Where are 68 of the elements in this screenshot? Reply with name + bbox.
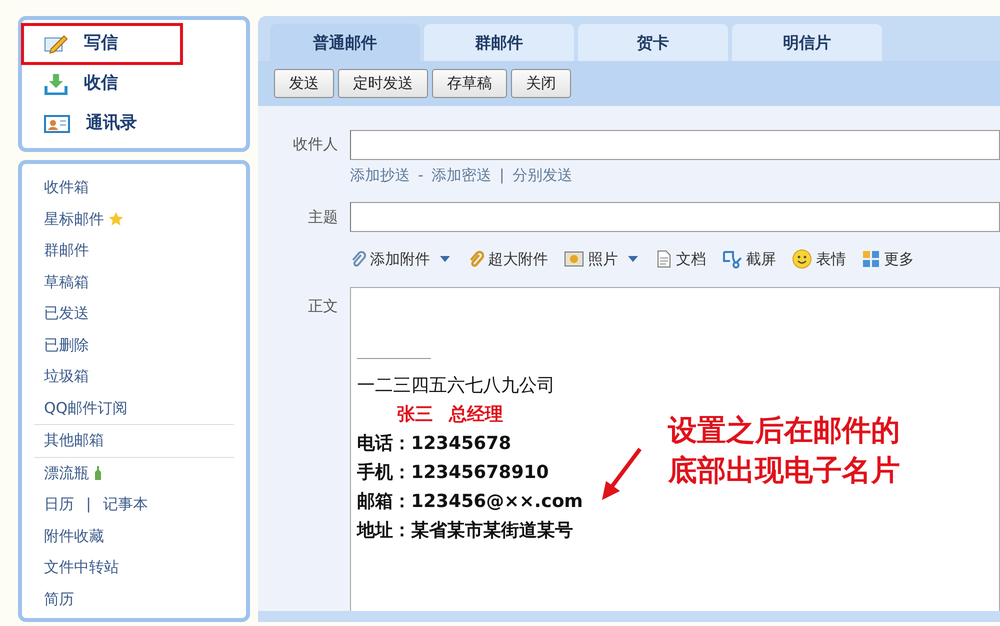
toolbar-button[interactable]: 存草稿 (432, 69, 507, 98)
signature-line: 电话：12345678 (357, 432, 512, 456)
field-label: 正文 (307, 296, 339, 316)
separator-text: - (418, 164, 424, 186)
toolbar-button[interactable]: 关闭 (511, 69, 571, 98)
attach-toolbar-item[interactable]: 截屏 (722, 248, 776, 270)
compose-tab[interactable]: 群邮件 (424, 24, 574, 61)
toolbar-button[interactable]: 定时发送 (338, 69, 428, 98)
signature-company: 一二三四五六七八九公司 (357, 374, 555, 398)
attach-toolbar-item[interactable]: 表情 (792, 248, 846, 270)
signature-line: 邮箱：123456@××.com (357, 490, 583, 514)
sidebar-action[interactable]: 写信 (22, 24, 182, 64)
download-icon (44, 73, 68, 95)
contact-card-icon (44, 114, 70, 134)
sidebar-folder[interactable]: 收件箱 (44, 172, 89, 204)
sidebar-folder[interactable]: 附件收藏 (44, 520, 104, 552)
document-icon (656, 250, 672, 268)
field-label: 收件人 (292, 134, 339, 156)
star-icon (108, 211, 124, 228)
sidebar-folder[interactable]: QQ邮件订阅 (44, 392, 128, 424)
compose-tab[interactable]: 明信片 (732, 24, 882, 61)
pencil-icon (44, 34, 68, 54)
sidebar-link[interactable]: 记事本 (103, 489, 148, 520)
sidebar-folder[interactable]: 星标邮件 (44, 204, 104, 235)
attach-toolbar-item[interactable]: 文档 (656, 248, 706, 270)
bottle-icon (93, 465, 103, 482)
compose-tab[interactable]: 普通邮件 (270, 24, 420, 61)
sidebar-folder[interactable]: 漂流瓶 (44, 458, 89, 489)
recipient-option-link[interactable]: 添加密送 (431, 164, 492, 186)
annotation-text: 底部出现电子名片 (668, 452, 900, 489)
paperclip-icon (350, 250, 366, 268)
recipient-field[interactable] (350, 130, 1000, 160)
scissors-icon (722, 249, 742, 270)
attach-toolbar-item[interactable]: 照片 (564, 248, 618, 270)
sidebar-folder[interactable]: 简历 (44, 584, 74, 615)
signature-line: 手机：12345678910 (357, 460, 549, 484)
sidebar-action[interactable]: 通讯录 (22, 104, 182, 144)
recipient-option-link[interactable]: 分别发送 (512, 164, 572, 186)
attach-toolbar-item[interactable]: 更多 (862, 248, 914, 270)
attach-toolbar-item[interactable]: 超大附件 (468, 248, 548, 270)
recipient-option-link[interactable]: 添加抄送 (350, 164, 410, 186)
annotation-arrow (600, 445, 644, 503)
compose-tab[interactable]: 贺卡 (578, 24, 728, 61)
grid-icon (862, 250, 880, 268)
signature-title: 总经理 (449, 402, 503, 426)
sidebar-folder[interactable]: 已发送 (44, 298, 89, 330)
toolbar-button[interactable]: 发送 (274, 69, 334, 98)
dropdown-caret-icon[interactable] (438, 254, 452, 264)
sidebar-folder[interactable]: 草稿箱 (44, 266, 89, 298)
separator-text: | (85, 494, 92, 515)
dropdown-caret-icon[interactable] (626, 254, 640, 264)
sidebar-folder[interactable]: 已删除 (44, 330, 89, 361)
smiley-icon (792, 249, 812, 270)
signature-name: 张三 (397, 402, 433, 426)
sidebar-folder[interactable]: 其他邮箱 (44, 425, 104, 456)
separator-text: | (499, 164, 504, 186)
sidebar-folder[interactable]: 文件中转站 (44, 552, 119, 584)
annotation-text: 设置之后在邮件的 (668, 412, 900, 449)
sidebar-link[interactable]: 日历 (44, 489, 74, 520)
sidebar-action[interactable]: 收信 (22, 64, 182, 104)
sidebar-folder[interactable]: 垃圾箱 (44, 361, 89, 392)
subject-field[interactable] (350, 202, 1000, 232)
sidebar-folder[interactable]: 群邮件 (44, 235, 89, 266)
signature-line: 地址：某省某市某街道某号 (357, 518, 573, 542)
attach-toolbar-item[interactable]: 添加附件 (350, 248, 430, 270)
field-label: 主题 (307, 206, 339, 228)
paperclip-icon (468, 250, 484, 268)
photo-icon (564, 250, 584, 268)
